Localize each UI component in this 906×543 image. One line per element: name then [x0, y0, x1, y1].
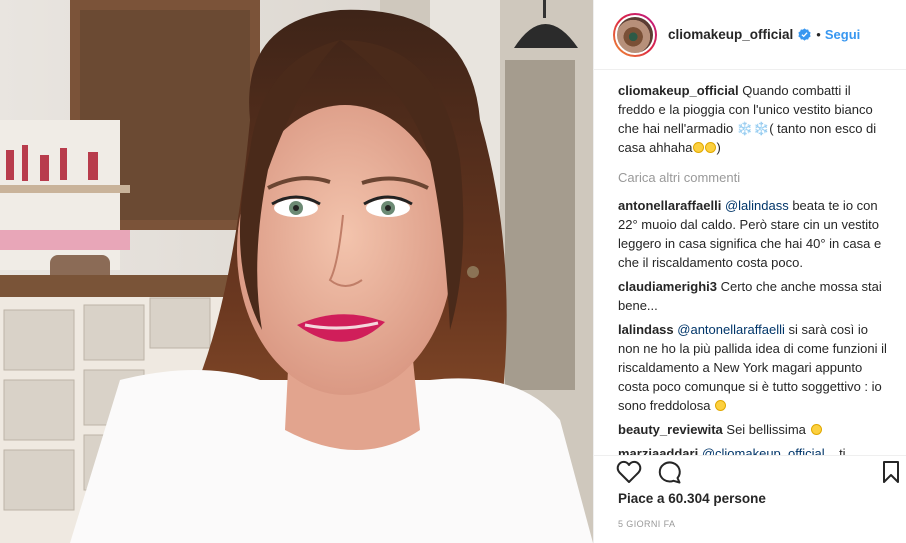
post-timestamp: 5 GIORNI FA	[618, 519, 676, 529]
likes-count[interactable]: Piace a 60.304 persone	[618, 491, 766, 506]
post-caption: cliomakeup_official Quando combatti il f…	[618, 81, 888, 157]
comment-mention[interactable]: @lalindass	[725, 198, 789, 213]
list-item: claudiamerighi3 Certo che anche mossa st…	[618, 277, 888, 315]
comment-username[interactable]: marziaaddari	[618, 446, 698, 455]
list-item: lalindass @antonellaraffaelli si sarà co…	[618, 320, 888, 415]
comment-icon[interactable]	[657, 460, 683, 484]
avatar[interactable]	[613, 12, 657, 57]
heart-eyes-emoji-icon	[810, 424, 822, 435]
comment-username[interactable]: claudiamerighi3	[618, 279, 717, 294]
caption-text-end: )	[716, 140, 721, 155]
laughing-emoji-icon	[715, 400, 727, 411]
comment-text: ...ti	[824, 446, 846, 455]
comment-username[interactable]: beauty_reviewita	[618, 422, 723, 437]
list-item: beauty_reviewita Sei bellissima	[618, 420, 888, 439]
follow-button[interactable]: Segui	[825, 27, 860, 42]
comments-list[interactable]: cliomakeup_official Quando combatti il f…	[594, 71, 906, 455]
comment-username[interactable]: lalindass	[618, 322, 674, 337]
action-bar	[594, 455, 906, 486]
laughing-emoji-icon	[693, 142, 705, 153]
comment-text: Sei bellissima	[726, 422, 806, 437]
list-item: marziaaddari @cliomakeup_official ...ti	[618, 444, 888, 455]
comment-username[interactable]: antonellaraffaelli	[618, 198, 721, 213]
selfie-image	[0, 0, 593, 543]
post-photo[interactable]	[0, 0, 593, 543]
post-sidebar: cliomakeup_official • Segui cliomakeup_o…	[593, 0, 906, 543]
bookmark-icon[interactable]	[882, 460, 900, 484]
list-item: antonellaraffaelli @lalindass beata te i…	[618, 196, 888, 272]
laughing-emoji-icon	[705, 142, 717, 153]
verified-badge-icon	[798, 28, 811, 41]
header-username[interactable]: cliomakeup_official	[668, 27, 793, 42]
load-more-comments-button[interactable]: Carica altri commenti	[618, 168, 888, 187]
post-header: cliomakeup_official • Segui	[594, 0, 906, 70]
header-separator: •	[816, 27, 821, 42]
comment-mention[interactable]: @cliomakeup_official	[702, 446, 825, 455]
heart-icon[interactable]	[616, 460, 642, 484]
comment-mention[interactable]: @antonellaraffaelli	[677, 322, 785, 337]
caption-username[interactable]: cliomakeup_official	[618, 83, 739, 98]
